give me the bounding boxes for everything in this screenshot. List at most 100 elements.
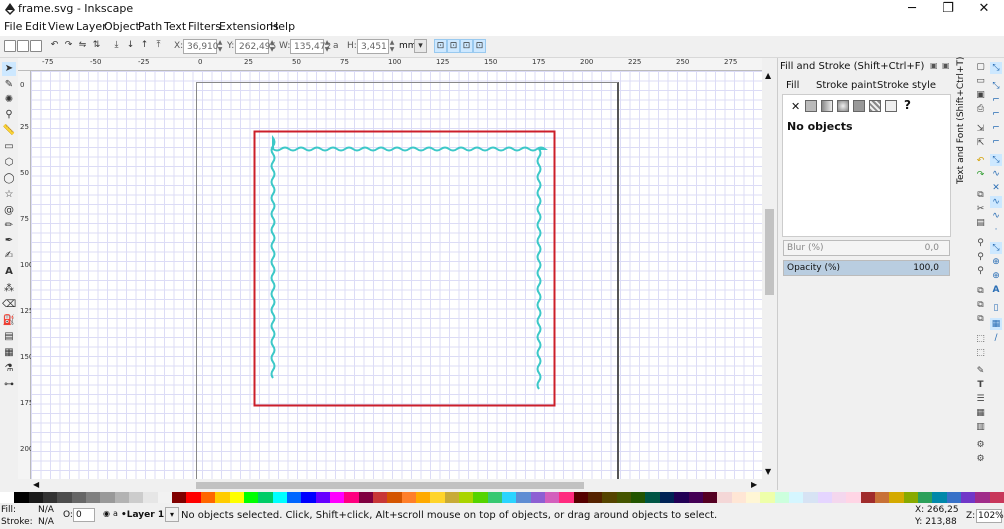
palette-swatch[interactable] (372, 492, 388, 503)
palette-swatch[interactable] (616, 492, 632, 503)
rotate-cw-icon[interactable]: ↷ (62, 39, 75, 53)
palette-swatch[interactable] (918, 492, 933, 503)
palette-swatch[interactable] (516, 492, 531, 503)
ungroup-icon[interactable]: ⬚ (975, 348, 986, 359)
zoom-selection-icon[interactable]: ⚲ (975, 238, 986, 249)
palette-swatch[interactable] (143, 492, 158, 503)
radial-gradient-icon[interactable] (837, 100, 849, 112)
palette-swatch[interactable] (831, 492, 847, 503)
spray-icon[interactable]: ⁂ (2, 282, 16, 296)
palette-swatch[interactable] (14, 492, 29, 503)
save-icon[interactable]: ▣ (975, 90, 986, 101)
palette-swatch[interactable] (315, 492, 330, 503)
palette-swatch[interactable] (745, 492, 761, 503)
tab-stroke-paint[interactable]: Stroke paint (816, 79, 877, 93)
palette-swatch[interactable] (989, 492, 1004, 503)
palette-swatch[interactable] (157, 492, 173, 503)
palette-swatch[interactable] (961, 492, 976, 503)
palette-swatch[interactable] (846, 492, 861, 503)
snap-toggle-icon[interactable]: ⤡ (990, 62, 1002, 74)
redo-icon[interactable]: ↷ (975, 170, 986, 181)
unset-paint-icon[interactable]: ? (904, 98, 911, 112)
connector-icon[interactable]: ⊶ (2, 378, 16, 392)
text-font-icon[interactable]: T (975, 380, 986, 391)
dock-iconify-icon[interactable]: ▣ (930, 61, 938, 70)
palette-swatch[interactable] (702, 492, 718, 503)
snap-smooth-icon[interactable]: ∿ (990, 210, 1002, 222)
rotate-ccw-icon[interactable]: ↶ (48, 39, 61, 53)
tab-fill[interactable]: Fill (786, 79, 799, 93)
layer-lock-icon[interactable]: a (113, 509, 118, 518)
blur-slider[interactable]: Blur (%) 0,0 (783, 240, 950, 256)
scroll-left-icon[interactable]: ◀ (33, 480, 39, 489)
palette-swatch[interactable] (129, 492, 144, 503)
palette-swatch[interactable] (28, 492, 44, 503)
y-spinner[interactable]: ▲ ▼ (269, 39, 275, 54)
palette-swatch[interactable] (186, 492, 201, 503)
menu-layer[interactable]: Layer (76, 20, 107, 33)
zoom-drawing-icon[interactable]: ⚲ (975, 252, 986, 263)
layer-visibility-icon[interactable]: ◉ (103, 509, 110, 518)
palette-swatch[interactable] (530, 492, 546, 503)
opacity-slider[interactable]: Opacity (%) 100,0 (783, 260, 950, 276)
lower-bottom-icon[interactable]: ⤓ (110, 39, 123, 53)
import-icon[interactable]: ⇲ (975, 124, 986, 135)
no-paint-icon[interactable]: ✕ (791, 100, 800, 113)
duplicate-icon[interactable]: ⧉ (975, 286, 986, 297)
palette-swatch[interactable] (975, 492, 990, 503)
palette-swatch[interactable] (415, 492, 431, 503)
zoom-icon[interactable]: ⚲ (2, 108, 16, 122)
palette-swatch[interactable] (631, 492, 646, 503)
palette-swatch[interactable] (387, 492, 402, 503)
calligraphy-icon[interactable]: ✍ (2, 249, 16, 263)
snap-grid-icon[interactable]: ▦ (990, 318, 1002, 330)
scroll-up-icon[interactable]: ▲ (765, 71, 771, 80)
y-field[interactable]: 262,495 (235, 39, 276, 54)
palette-swatch[interactable] (688, 492, 703, 503)
menu-path[interactable]: Path (138, 20, 162, 33)
palette-swatch[interactable] (229, 492, 244, 503)
palette-swatch[interactable] (803, 492, 818, 503)
snap-nodes-icon[interactable]: ⤡ (990, 154, 1002, 166)
snap-path-icon[interactable]: ∿ (990, 168, 1002, 180)
dock-close-icon[interactable]: ▣ (942, 61, 950, 70)
flip-horizontal-icon[interactable]: ⇋ (76, 39, 89, 53)
dropper-icon[interactable]: ⚗ (2, 362, 16, 376)
align-icon[interactable]: ▥ (975, 422, 986, 433)
swatch-icon[interactable] (885, 100, 897, 112)
drawing-canvas[interactable] (31, 71, 762, 479)
flat-color-icon[interactable] (805, 100, 817, 112)
palette-swatch[interactable] (286, 492, 302, 503)
snap-intersection-icon[interactable]: ✕ (990, 182, 1002, 194)
palette-swatch[interactable] (946, 492, 962, 503)
palette-swatch[interactable] (215, 492, 230, 503)
palette-swatch[interactable] (430, 492, 445, 503)
palette-swatch[interactable] (903, 492, 918, 503)
palette-swatch[interactable] (401, 492, 416, 503)
text-font-tab-label[interactable]: Text and Font (Shift+Ctrl+T) (956, 57, 966, 184)
menu-edit[interactable]: Edit (25, 20, 46, 33)
snap-guide-icon[interactable]: ∕ (990, 332, 1002, 344)
palette-swatch[interactable] (674, 492, 689, 503)
menu-filters[interactable]: Filters (188, 20, 221, 33)
scale-stroke-icon[interactable]: ⊡ (434, 39, 447, 53)
color-palette[interactable] (0, 492, 1004, 503)
palette-swatch[interactable] (329, 492, 345, 503)
star-icon[interactable]: ☆ (2, 188, 16, 202)
raise-icon[interactable]: ↑ (138, 39, 151, 53)
wavy-inner-border[interactable] (270, 134, 549, 390)
menu-file[interactable]: File (4, 20, 22, 33)
tab-stroke-style[interactable]: Stroke style (877, 79, 936, 93)
opacity-status-field[interactable]: 0 (73, 508, 95, 522)
rect-icon[interactable]: ▭ (2, 140, 16, 154)
vertical-scrollbar[interactable]: ▲ ▼ (762, 71, 776, 479)
bucket-icon[interactable]: ⛽ (2, 314, 16, 328)
unit-select[interactable]: mm (396, 39, 417, 54)
palette-swatch[interactable] (301, 492, 316, 503)
layers-icon[interactable]: ☰ (975, 394, 986, 405)
palette-swatch[interactable] (817, 492, 832, 503)
snap-midpoint-icon[interactable]: ⋅ (990, 224, 1002, 236)
layer-dropdown-icon[interactable]: ▾ (165, 507, 179, 522)
palette-swatch[interactable] (932, 492, 947, 503)
palette-swatch[interactable] (43, 492, 58, 503)
